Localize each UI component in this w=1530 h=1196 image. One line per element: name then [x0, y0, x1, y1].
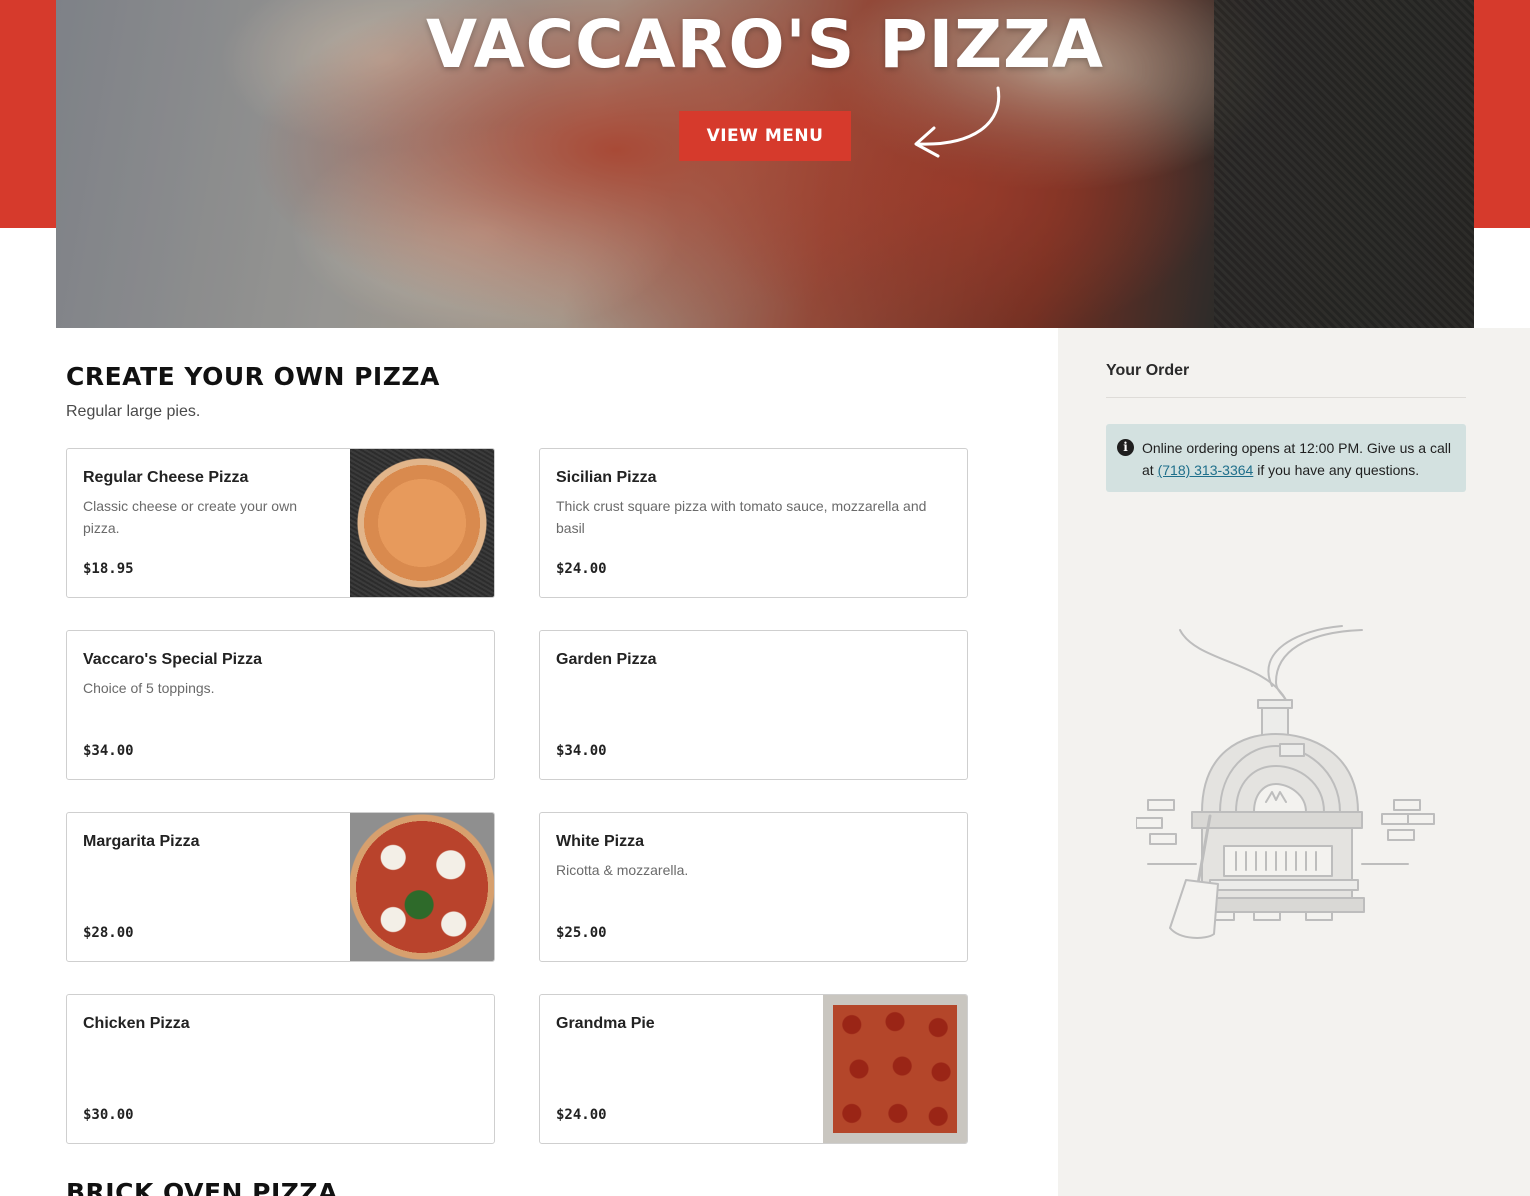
menu-item-card[interactable]: Vaccaro's Special Pizza Choice of 5 topp… — [66, 630, 495, 780]
menu-item-card[interactable]: Sicilian Pizza Thick crust square pizza … — [539, 448, 968, 598]
menu-item-price: $24.00 — [556, 1107, 607, 1123]
menu-item-description: Classic cheese or create your own pizza. — [83, 498, 297, 536]
menu-item-card[interactable]: Margarita Pizza $28.00 — [66, 812, 495, 962]
section-title: CREATE YOUR OWN PIZZA — [66, 362, 440, 391]
menu-item-name: Margarita Pizza — [83, 833, 200, 850]
pizza-oven-illustration — [1136, 625, 1435, 939]
menu-item-description: Ricotta & mozzarella. — [556, 862, 689, 878]
menu-item-name: White Pizza — [556, 833, 645, 850]
ordering-notice: i Online ordering opens at 12:00 PM. Giv… — [1106, 424, 1466, 492]
menu-item-name: Vaccaro's Special Pizza — [83, 651, 263, 668]
divider — [1106, 397, 1466, 398]
menu-item-price: $34.00 — [83, 743, 134, 759]
section-title: BRICK OVEN PIZZA — [66, 1178, 338, 1196]
notice-text: Online ordering opens at 12:00 PM. Give … — [1142, 437, 1458, 481]
menu-item-name: Regular Cheese Pizza — [83, 469, 249, 486]
menu-item-card[interactable]: Grandma Pie $24.00 — [539, 994, 968, 1144]
menu-item-card[interactable]: Garden Pizza $34.00 — [539, 630, 968, 780]
restaurant-title: VACCARO'S PIZZA — [426, 6, 1104, 83]
menu-item-name: Chicken Pizza — [83, 1015, 190, 1032]
menu-item-price: $28.00 — [83, 925, 134, 941]
menu-item-price: $34.00 — [556, 743, 607, 759]
phone-link[interactable]: (718) 313-3364 — [1158, 462, 1254, 478]
notice-suffix: if you have any questions. — [1253, 462, 1420, 478]
view-menu-button[interactable]: VIEW MENU — [679, 111, 851, 161]
menu-item-price: $24.00 — [556, 561, 607, 577]
menu-item-price: $25.00 — [556, 925, 607, 941]
menu-item-name: Sicilian Pizza — [556, 469, 657, 486]
menu-item-card[interactable]: Chicken Pizza $30.00 — [66, 994, 495, 1144]
cheese-pizza-photo — [350, 449, 494, 597]
hero-banner: VACCARO'S PIZZA VIEW MENU — [56, 0, 1474, 328]
menu-item-description: Thick crust square pizza with tomato sau… — [556, 498, 927, 536]
menu-item-card[interactable]: White Pizza Ricotta & mozzarella. $25.00 — [539, 812, 968, 962]
order-title: Your Order — [1106, 362, 1190, 379]
menu-item-description: Choice of 5 toppings. — [83, 680, 215, 696]
menu-item-name: Garden Pizza — [556, 651, 657, 668]
order-sidebar: Your Order i Online ordering opens at 12… — [1058, 328, 1530, 1196]
section-subtitle: Regular large pies. — [66, 403, 201, 420]
grandma-pie-photo — [823, 995, 967, 1143]
info-icon: i — [1117, 439, 1134, 456]
menu-item-card[interactable]: Regular Cheese Pizza Classic cheese or c… — [66, 448, 495, 598]
curved-arrow-icon — [914, 86, 1001, 158]
menu-item-price: $30.00 — [83, 1107, 134, 1123]
menu-item-price: $18.95 — [83, 561, 134, 577]
menu-item-name: Grandma Pie — [556, 1015, 655, 1032]
margarita-pizza-photo — [350, 813, 494, 961]
